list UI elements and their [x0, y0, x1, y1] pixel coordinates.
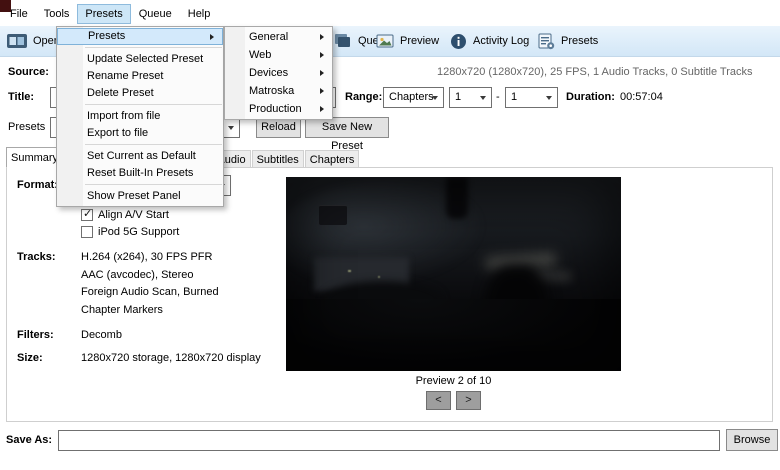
ipod-support-label: iPod 5G Support: [98, 226, 180, 238]
menu-item-label: Presets: [88, 30, 126, 42]
range-type-select[interactable]: Chapters: [383, 87, 444, 108]
submenu-item-matroska[interactable]: Matroska: [225, 82, 332, 100]
submenu-item-label: Matroska: [249, 85, 295, 97]
range-from-value: 1: [455, 91, 462, 103]
submenu-item-label: Web: [249, 49, 272, 61]
activity-log-label: Activity Log: [473, 35, 530, 47]
vignette: [286, 177, 621, 371]
chevron-down-icon: [228, 126, 234, 130]
preview-image: [286, 177, 621, 371]
preview-nav: < >: [286, 391, 621, 410]
submenu-item-label: Devices: [249, 67, 289, 79]
range-to-value: 1: [511, 91, 518, 103]
checkbox-checked-icon: ✓: [81, 208, 93, 221]
align-av-start-checkbox[interactable]: ✓ Align A/V Start: [81, 208, 169, 222]
submenu-arrow-icon: [320, 105, 324, 112]
presets-toolbar-button[interactable]: Presets: [538, 31, 598, 51]
duration-value: 00:57:04: [620, 91, 663, 103]
tab-chapters[interactable]: Chapters: [304, 150, 360, 168]
filters-label: Filters:: [17, 329, 54, 341]
menu-item-delete-preset[interactable]: Delete Preset: [57, 85, 223, 102]
submenu-arrow-icon: [210, 34, 214, 40]
ipod-support-checkbox[interactable]: iPod 5G Support: [81, 225, 179, 239]
presets-toolbar-label: Presets: [561, 35, 599, 47]
range-type-value: Chapters: [389, 91, 434, 103]
picture-icon: [376, 33, 394, 49]
save-as-label: Save As:: [6, 434, 53, 446]
save-new-preset-button[interactable]: Save New Preset: [305, 117, 389, 152]
menu-presets[interactable]: Presets: [77, 4, 131, 24]
chevron-down-icon: [546, 96, 552, 100]
size-label: Size:: [17, 352, 43, 364]
submenu-item-web[interactable]: Web: [225, 46, 332, 64]
submenu-arrow-icon: [320, 51, 324, 58]
track-item: Foreign Audio Scan, Burned: [81, 286, 219, 298]
save-as-input[interactable]: [58, 430, 720, 451]
range-to-select[interactable]: 1: [505, 87, 558, 108]
range-separator: -: [496, 91, 500, 103]
presets-submenu: General Web Devices Matroska Production: [224, 26, 333, 120]
next-preview-button[interactable]: >: [456, 391, 481, 410]
menu-item-import-from-file[interactable]: Import from file: [57, 108, 223, 125]
preview-caption: Preview 2 of 10: [415, 375, 492, 387]
menu-item-presets[interactable]: Presets: [57, 28, 223, 45]
info-circle-icon: [450, 33, 467, 50]
menu-item-update-selected-preset[interactable]: Update Selected Preset: [57, 51, 223, 68]
activity-log-button[interactable]: Activity Log: [450, 31, 529, 51]
menu-item-set-current-as-default[interactable]: Set Current as Default: [57, 148, 223, 165]
duration-label: Duration:: [566, 91, 615, 103]
chevron-down-icon: [432, 96, 438, 100]
menu-tools[interactable]: Tools: [36, 4, 78, 24]
chevron-down-icon: [480, 96, 486, 100]
source-label: Source:: [8, 66, 49, 78]
menu-separator: [85, 104, 222, 105]
submenu-item-production[interactable]: Production: [225, 100, 332, 118]
film-icon: [7, 33, 27, 49]
tab-summary[interactable]: Summary: [6, 147, 64, 168]
presets-menu: Presets Update Selected Preset Rename Pr…: [56, 26, 224, 207]
size-value: 1280x720 storage, 1280x720 display: [81, 352, 261, 364]
tracks-label: Tracks:: [17, 251, 56, 263]
title-label: Title:: [8, 91, 35, 103]
submenu-arrow-icon: [320, 87, 324, 94]
range-from-select[interactable]: 1: [449, 87, 492, 108]
tab-subtitles[interactable]: Subtitles: [251, 150, 304, 168]
menu-item-rename-preset[interactable]: Rename Preset: [57, 68, 223, 85]
track-item: AAC (avcodec), Stereo: [81, 268, 194, 281]
document-gear-icon: [538, 33, 555, 50]
submenu-item-label: Production: [249, 103, 302, 115]
menu-help[interactable]: Help: [180, 4, 219, 24]
source-info: 1280x720 (1280x720), 25 FPS, 1 Audio Tra…: [437, 66, 753, 78]
range-label: Range:: [345, 91, 383, 103]
checkbox-unchecked-icon: [81, 226, 93, 238]
reload-button[interactable]: Reload: [256, 117, 301, 138]
menubar: File Tools Presets Queue Help: [2, 3, 218, 25]
submenu-arrow-icon: [320, 69, 324, 76]
submenu-item-devices[interactable]: Devices: [225, 64, 332, 82]
track-item: H.264 (x264), 30 FPS PFR: [81, 251, 213, 263]
photo-stack-icon: [334, 33, 352, 49]
menu-item-reset-built-in-presets[interactable]: Reset Built-In Presets: [57, 165, 223, 182]
filters-value: Decomb: [81, 329, 122, 341]
preview-label: Preview: [400, 35, 440, 47]
track-item: Chapter Markers: [81, 303, 163, 316]
menu-item-export-to-file[interactable]: Export to file: [57, 125, 223, 142]
menu-file[interactable]: File: [2, 4, 36, 24]
menu-separator: [85, 47, 222, 48]
submenu-arrow-icon: [320, 33, 324, 40]
format-label: Format:: [17, 179, 58, 191]
preview-button[interactable]: Preview: [376, 31, 439, 51]
menu-item-show-preset-panel[interactable]: Show Preset Panel: [57, 188, 223, 205]
submenu-item-label: General: [249, 31, 289, 43]
tracks-list: H.264 (x264), 30 FPS PFR AAC (avcodec), …: [81, 249, 219, 319]
presets-row-label: Presets: [8, 121, 46, 133]
menu-queue[interactable]: Queue: [131, 4, 180, 24]
align-av-start-label: Align A/V Start: [98, 209, 169, 221]
menu-separator: [85, 184, 222, 185]
menu-separator: [85, 144, 222, 145]
submenu-item-general[interactable]: General: [225, 28, 332, 46]
browse-button[interactable]: Browse: [726, 429, 778, 451]
previous-preview-button[interactable]: <: [426, 391, 451, 410]
